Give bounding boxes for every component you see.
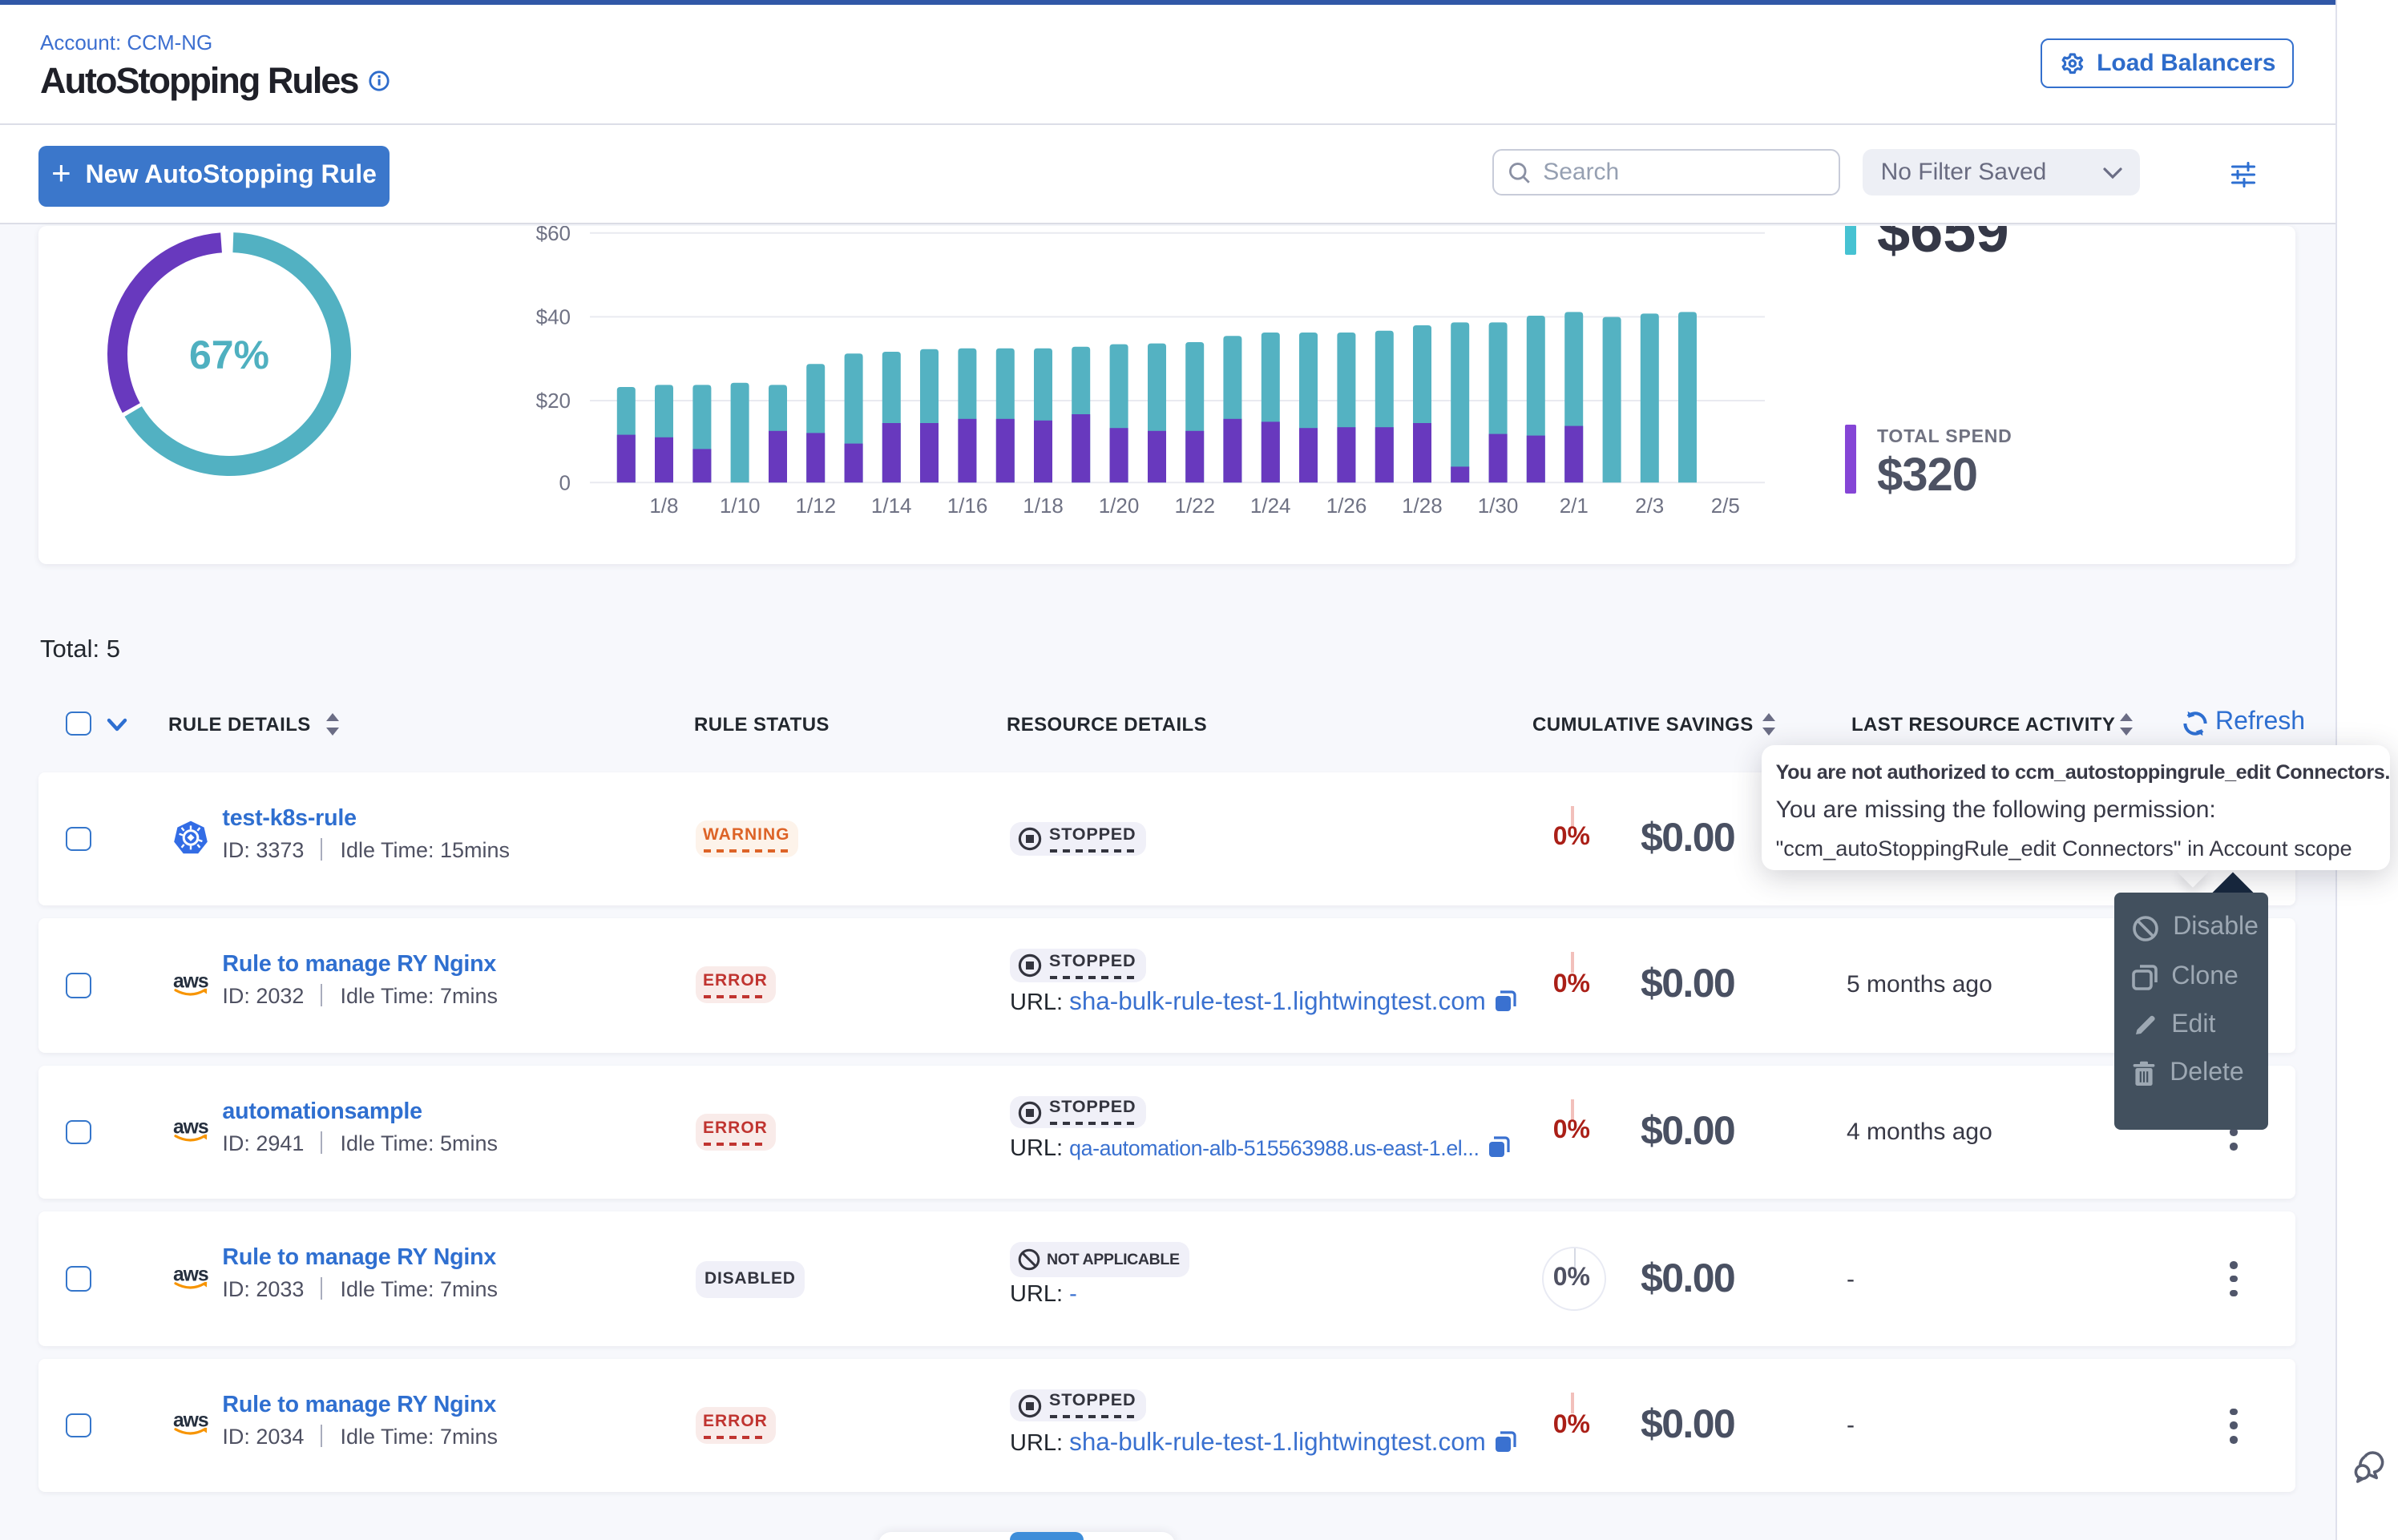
svg-text:aws: aws bbox=[173, 1264, 208, 1285]
svg-text:1/12: 1/12 bbox=[795, 493, 836, 517]
svg-text:aws: aws bbox=[173, 1410, 208, 1432]
svg-text:2/3: 2/3 bbox=[1635, 493, 1664, 517]
svg-text:1/22: 1/22 bbox=[1174, 493, 1215, 517]
svg-text:1/18: 1/18 bbox=[1023, 493, 1064, 517]
svg-text:aws: aws bbox=[173, 970, 208, 992]
svg-text:$40: $40 bbox=[536, 304, 571, 329]
svg-text:1/30: 1/30 bbox=[1478, 493, 1519, 517]
svg-text:1/24: 1/24 bbox=[1250, 493, 1291, 517]
svg-text:1/26: 1/26 bbox=[1326, 493, 1367, 517]
svg-text:1/20: 1/20 bbox=[1099, 493, 1140, 517]
svg-text:2/5: 2/5 bbox=[1711, 493, 1740, 517]
svg-text:1/10: 1/10 bbox=[720, 493, 761, 517]
svg-text:2/1: 2/1 bbox=[1560, 493, 1589, 517]
svg-text:$20: $20 bbox=[536, 388, 571, 412]
svg-text:1/28: 1/28 bbox=[1402, 493, 1443, 517]
svg-text:aws: aws bbox=[173, 1117, 208, 1139]
svg-text:0: 0 bbox=[559, 470, 571, 494]
svg-text:1/14: 1/14 bbox=[871, 493, 912, 517]
svg-text:1/8: 1/8 bbox=[649, 493, 678, 517]
svg-text:1/16: 1/16 bbox=[947, 493, 988, 517]
svg-text:$60: $60 bbox=[536, 225, 571, 244]
